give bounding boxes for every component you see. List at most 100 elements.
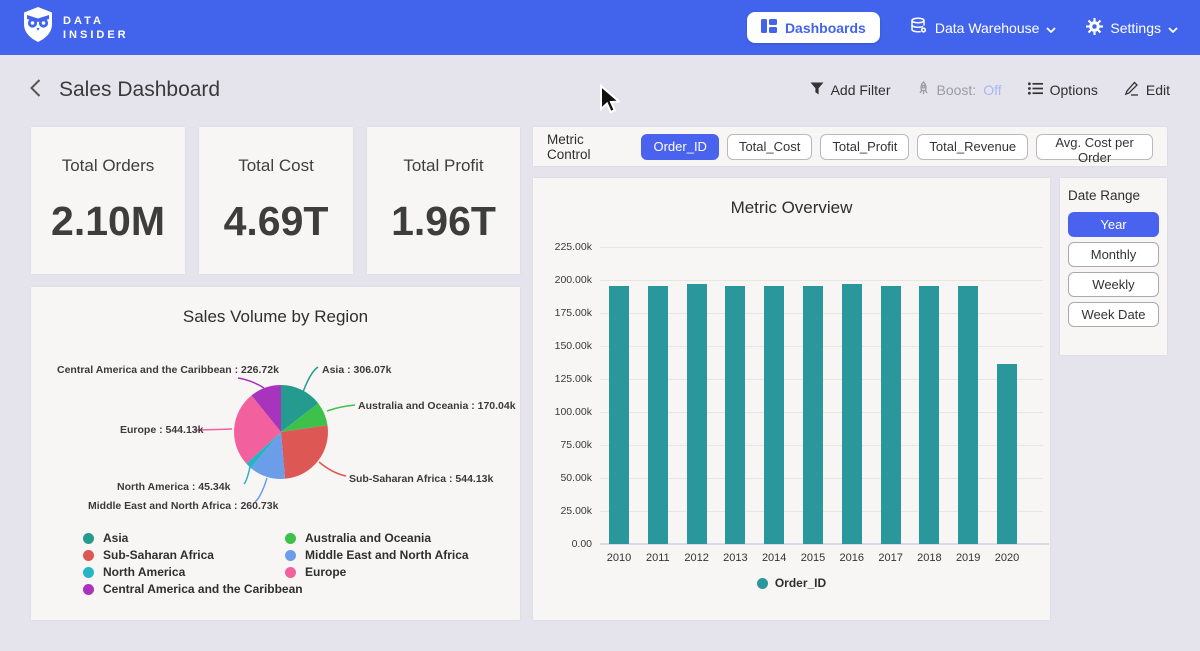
pie-chart-card: Sales Volume by Region Asia : 306.07kAus… bbox=[31, 287, 520, 620]
legend-label: Order_ID bbox=[775, 576, 826, 590]
gridline bbox=[600, 280, 1043, 281]
y-axis-tick-label: 75.00k bbox=[537, 439, 592, 451]
options-button[interactable]: Options bbox=[1028, 82, 1098, 98]
bar-2015[interactable] bbox=[803, 286, 823, 544]
top-navbar: DATA INSIDER Dashboards bbox=[0, 0, 1200, 55]
legend-label: North America bbox=[103, 565, 185, 579]
pie-callout-line bbox=[238, 378, 264, 388]
x-axis-tick-label: 2016 bbox=[830, 552, 874, 564]
bar-2016[interactable] bbox=[842, 284, 862, 544]
kpi-label: Total Cost bbox=[238, 156, 314, 176]
metric-option-button[interactable]: Order_ID bbox=[641, 134, 718, 160]
pie-legend-item[interactable]: Asia bbox=[83, 531, 128, 545]
edit-button[interactable]: Edit bbox=[1124, 81, 1170, 99]
legend-dot bbox=[285, 567, 296, 578]
kpi-value: 2.10M bbox=[51, 198, 165, 245]
date-range-label: Date Range bbox=[1068, 188, 1159, 203]
x-axis-tick-label: 2010 bbox=[597, 552, 641, 564]
x-axis-tick-label: 2013 bbox=[713, 552, 757, 564]
metric-control-label: Metric Control bbox=[547, 132, 627, 162]
pie-legend-item[interactable]: Middle East and North Africa bbox=[285, 548, 469, 562]
legend-dot bbox=[83, 584, 94, 595]
legend-dot bbox=[285, 533, 296, 544]
bar-2013[interactable] bbox=[725, 286, 745, 544]
bar-2019[interactable] bbox=[958, 286, 978, 544]
pie-chart: Asia : 306.07k Australia and Oceania : 17… bbox=[31, 287, 520, 527]
date-range-button[interactable]: Weekly bbox=[1068, 272, 1159, 297]
bar-2020[interactable] bbox=[997, 364, 1017, 544]
x-axis-tick-label: 2020 bbox=[985, 552, 1029, 564]
y-axis-tick-label: 50.00k bbox=[537, 472, 592, 484]
y-axis-tick-label: 25.00k bbox=[537, 505, 592, 517]
gridline bbox=[600, 247, 1043, 248]
metric-option-button[interactable]: Avg. Cost per Order bbox=[1036, 134, 1153, 160]
x-axis-tick-label: 2017 bbox=[869, 552, 913, 564]
bar-2011[interactable] bbox=[648, 286, 668, 544]
y-axis-tick-label: 175.00k bbox=[537, 307, 592, 319]
pie-legend-item[interactable]: Sub-Saharan Africa bbox=[83, 548, 214, 562]
boost-toggle[interactable]: Boost: Off bbox=[917, 81, 1002, 99]
add-filter-button[interactable]: Add Filter bbox=[810, 82, 891, 98]
x-axis-tick-label: 2011 bbox=[636, 552, 680, 564]
metric-option-button[interactable]: Total_Profit bbox=[820, 134, 909, 160]
kpi-value: 4.69T bbox=[224, 198, 329, 245]
date-range-button[interactable]: Monthly bbox=[1068, 242, 1159, 267]
pie-callout-line bbox=[303, 367, 318, 392]
pie-callout-line bbox=[319, 462, 346, 476]
x-axis-tick-label: 2012 bbox=[675, 552, 719, 564]
legend-dot bbox=[757, 578, 768, 589]
kpi-label: Total Orders bbox=[62, 156, 155, 176]
bar-2010[interactable] bbox=[609, 286, 629, 544]
pie-slice[interactable] bbox=[281, 425, 328, 479]
pie-callout-label: Asia : 306.07k bbox=[322, 364, 392, 376]
date-range-options: Year Monthly Weekly Week Date bbox=[1068, 212, 1159, 327]
metric-option-button[interactable]: Total_Cost bbox=[727, 134, 812, 160]
pie-callout-label: Sub-Saharan Africa : 544.13k bbox=[349, 473, 493, 485]
gear-icon bbox=[1086, 18, 1103, 38]
page-title: Sales Dashboard bbox=[59, 78, 220, 102]
y-axis-tick-label: 200.00k bbox=[537, 274, 592, 286]
kpi-card-total-profit: Total Profit 1.96T bbox=[367, 127, 520, 274]
back-button[interactable] bbox=[30, 79, 41, 102]
pie-callout-label: North America : 45.34k bbox=[117, 481, 231, 493]
boost-value: Off bbox=[983, 82, 1001, 98]
bar-2018[interactable] bbox=[919, 286, 939, 544]
y-axis-tick-label: 125.00k bbox=[537, 373, 592, 385]
bar-2012[interactable] bbox=[687, 284, 707, 544]
pie-callout-label: Australia and Oceania : 170.04k bbox=[358, 400, 516, 412]
x-axis-tick-label: 2015 bbox=[791, 552, 835, 564]
settings-label: Settings bbox=[1110, 20, 1161, 36]
bar-2017[interactable] bbox=[881, 286, 901, 544]
legend-dot bbox=[83, 533, 94, 544]
pie-legend-item[interactable]: Australia and Oceania bbox=[285, 531, 431, 545]
pie-callout-line bbox=[244, 467, 250, 484]
y-axis-tick-label: 150.00k bbox=[537, 340, 592, 352]
pie-legend-item[interactable]: Central America and the Caribbean bbox=[83, 582, 303, 596]
pie-callout-label: Central America and the Caribbean : 226.… bbox=[57, 364, 279, 376]
add-filter-label: Add Filter bbox=[831, 82, 891, 98]
y-axis-tick-label: 100.00k bbox=[537, 406, 592, 418]
pie-callout-line bbox=[255, 478, 267, 502]
legend-label: Sub-Saharan Africa bbox=[103, 548, 214, 562]
bar-legend[interactable]: Order_ID bbox=[533, 576, 1050, 590]
data-warehouse-label: Data Warehouse bbox=[935, 20, 1040, 36]
legend-dot bbox=[83, 550, 94, 561]
metric-option-button[interactable]: Total_Revenue bbox=[917, 134, 1028, 160]
metric-options: Order_ID Total_Cost Total_Profit Total_Reve… bbox=[641, 134, 1153, 160]
bar-chart: 225.00k 200.00k 175.00k 150.00k 125.00k 100.0… bbox=[533, 178, 1050, 620]
settings-menu[interactable]: Settings bbox=[1086, 18, 1178, 38]
x-axis-tick-label: 2014 bbox=[752, 552, 796, 564]
date-range-button[interactable]: Year bbox=[1068, 212, 1159, 237]
date-range-button[interactable]: Week Date bbox=[1068, 302, 1159, 327]
pie-legend-item[interactable]: Europe bbox=[285, 565, 346, 579]
database-icon bbox=[910, 17, 928, 38]
pie-legend-item[interactable]: North America bbox=[83, 565, 185, 579]
y-axis-tick-label: 225.00k bbox=[537, 241, 592, 253]
brand: DATA INSIDER bbox=[22, 6, 129, 49]
filter-icon bbox=[810, 82, 824, 98]
options-label: Options bbox=[1050, 82, 1098, 98]
dashboards-button[interactable]: Dashboards bbox=[747, 12, 880, 43]
date-range-card: Date Range Year Monthly Weekly Week Date bbox=[1060, 178, 1167, 355]
data-warehouse-menu[interactable]: Data Warehouse bbox=[910, 17, 1057, 38]
bar-2014[interactable] bbox=[764, 286, 784, 544]
